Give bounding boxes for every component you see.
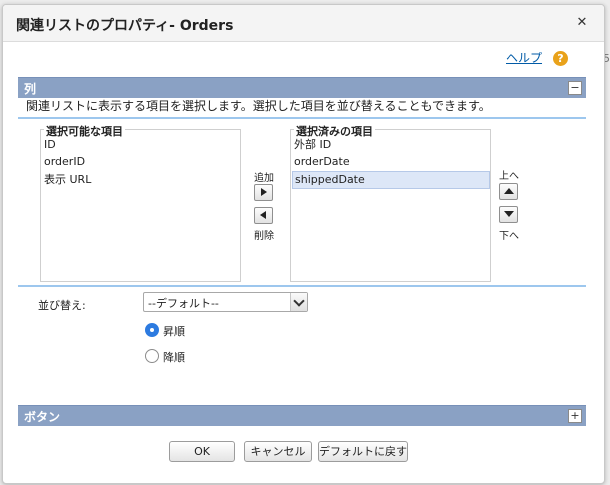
columns-section-header: 列 − [18,77,586,98]
selected-field-item-active[interactable]: shippedDate [292,171,490,189]
sort-field-select[interactable]: --デフォルト-- [143,292,308,312]
chevron-down-icon [290,293,307,311]
sort-field-value: --デフォルト-- [148,297,219,310]
columns-bottom-rule [18,285,586,287]
expand-buttons-button[interactable]: + [568,409,582,423]
columns-section-title: 列 [24,82,37,96]
descending-label: 降順 [163,351,185,364]
columns-description: 関連リストに表示する項目を選択します。選択した項目を並び替えることもできます。 [26,99,491,113]
add-label: 追加 [254,173,274,184]
help-icon[interactable]: ? [553,51,568,66]
selected-field-item[interactable]: 外部 ID [294,137,331,153]
arrow-down-icon [504,211,514,217]
arrow-right-icon [261,188,267,196]
available-fields-listbox[interactable]: 選択可能な項目 ID orderID 表示 URL [40,123,241,282]
dialog-titlebar: 関連リストのプロパティ- Orders ✕ [3,5,604,42]
ascending-radio[interactable] [145,323,159,337]
move-down-label: 下へ [499,231,519,242]
cancel-button[interactable]: キャンセル [244,441,312,462]
sort-label: 並び替え: [38,299,86,312]
available-field-item[interactable]: 表示 URL [44,172,91,188]
columns-top-rule [18,117,586,119]
arrow-left-icon [260,211,266,219]
collapse-columns-button[interactable]: − [568,81,582,95]
ascending-label: 昇順 [163,325,185,338]
move-up-button[interactable] [499,183,518,200]
close-icon[interactable]: ✕ [572,13,592,33]
selected-fields-listbox[interactable]: 選択済みの項目 外部 ID orderDate shippedDate [290,123,491,282]
dialog-title: 関連リストのプロパティ- Orders [16,18,234,34]
available-field-item[interactable]: ID [44,137,56,153]
help-link[interactable]: ヘルプ [506,49,542,66]
reset-to-default-button[interactable]: デフォルトに戻す [318,441,408,462]
add-field-button[interactable] [254,184,273,201]
remove-field-button[interactable] [254,207,273,224]
buttons-section-header: ボタン + [18,405,586,426]
move-up-label: 上へ [499,171,519,182]
buttons-section-title: ボタン [24,410,61,424]
selected-field-item[interactable]: orderDate [294,154,350,170]
move-down-button[interactable] [499,206,518,223]
arrow-up-icon [504,188,514,194]
ok-button[interactable]: OK [169,441,235,462]
descending-radio[interactable] [145,349,159,363]
available-fields-legend: 選択可能な項目 [44,123,125,139]
available-field-item[interactable]: orderID [44,154,85,170]
remove-label: 削除 [254,231,274,242]
